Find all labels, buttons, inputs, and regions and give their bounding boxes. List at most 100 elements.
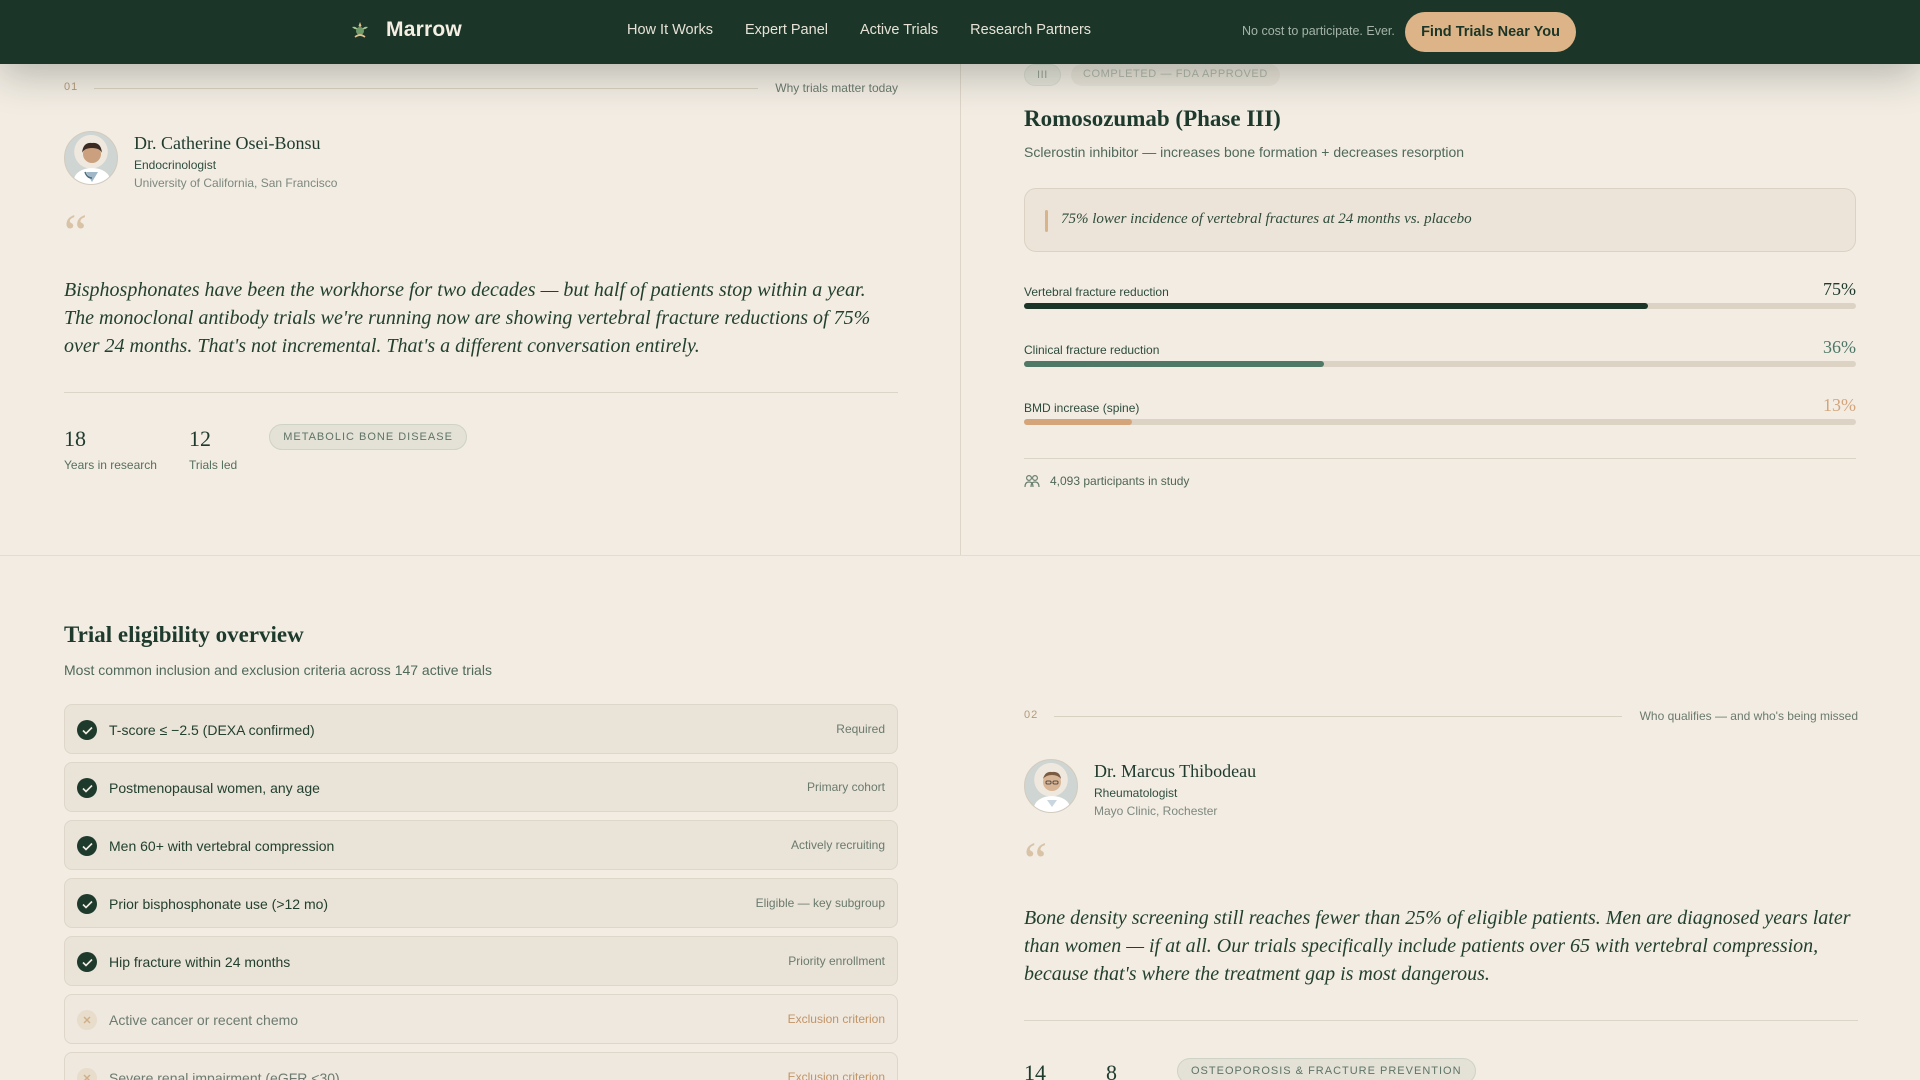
exclusion-criterion-row: Active cancer or recent chemo Exclusion c… [64,994,898,1044]
trial-callout: 75% lower incidence of vertebral fractur… [1024,188,1856,252]
trial-subtitle: Sclerostin inhibitor — increases bone fo… [1024,144,1465,160]
criterion-note: Exclusion criterion [787,1070,885,1080]
quote-divider [1024,1020,1858,1021]
metric-fill [1024,303,1648,309]
x-mark-icon [77,1010,97,1030]
criterion-text: Postmenopausal women, any age [109,780,320,796]
expert-card-thibodeau: 02 Who qualifies — and who's being misse… [1024,706,1858,1080]
status-badge: COMPLETED — FDA APPROVED [1070,64,1280,86]
avatar [64,131,118,185]
expert-institution: University of California, San Francisco [134,176,338,190]
callout-accent-bar [1045,210,1048,232]
stat-trials: 12 Trials led [189,426,237,472]
quote-mark-icon: “ [64,205,88,262]
checkmark-icon [77,720,97,740]
nav-link-active-trials[interactable]: Active Trials [860,22,938,38]
checkmark-icon [77,952,97,972]
metric-value: 75% [1823,279,1856,299]
leaf-sprout-icon [352,22,368,38]
expert-profile: Dr. Marcus Thibodeau Rheumatologist Mayo… [1024,759,1256,818]
expert-number: 02 [1024,709,1039,721]
criterion-note: Eligible — key subgroup [755,896,885,910]
expert-eyebrow: 02 Who qualifies — and who's being misse… [1024,706,1858,726]
eligibility-subtitle: Most common inclusion and exclusion crit… [64,662,492,678]
inclusion-criterion-row: Men 60+ with vertebral compression Active… [64,820,898,870]
metric-label: BMD increase (spine) [1024,401,1140,415]
metric-clinical: Clinical fracture reduction 36% [1024,337,1856,377]
eyebrow-rule [94,88,758,89]
expert-number: 01 [64,81,79,93]
criterion-text: Severe renal impairment (eGFR <30) [109,1070,340,1080]
stat-trials: 8 [1106,1060,1117,1080]
metric-track [1024,419,1856,425]
checkmark-icon [77,894,97,914]
expert-institution: Mayo Clinic, Rochester [1094,804,1218,818]
metric-label: Clinical fracture reduction [1024,343,1160,357]
stat-years: 14 [1024,1060,1046,1080]
metric-label: Vertebral fracture reduction [1024,285,1169,299]
inclusion-criterion-row: Postmenopausal women, any age Primary coh… [64,762,898,812]
participants-text: 4,093 participants in study [1050,474,1190,488]
criterion-note: Priority enrollment [788,954,885,968]
nav-link-research-partners[interactable]: Research Partners [970,22,1091,38]
expert-name: Dr. Marcus Thibodeau [1094,761,1257,781]
brand-link[interactable]: Marrow [348,18,462,42]
participants-count: 4,093 participants in study [1024,474,1189,488]
specialty-tag: METABOLIC BONE DISEASE [269,424,467,450]
metric-fill [1024,419,1133,425]
eligibility-section: Trial eligibility overview Most common i… [64,622,898,1080]
criterion-note: Required [836,722,885,736]
eyebrow-rule [1054,716,1622,717]
criterion-text: Prior bisphosphonate use (>12 mo) [109,896,329,912]
trial-divider [1024,458,1856,459]
stat-value: 14 [1024,1060,1046,1080]
criterion-note: Exclusion criterion [787,1012,885,1026]
stat-value: 18 [64,426,86,451]
criterion-text: Active cancer or recent chemo [109,1012,299,1028]
inclusion-criterion-row: Prior bisphosphonate use (>12 mo) Eligibl… [64,878,898,928]
nav-cost-note: No cost to participate. Ever. [1242,24,1395,38]
quote-mark-icon: “ [1024,833,1048,890]
x-mark-icon [77,1068,97,1080]
criterion-note: Actively recruiting [790,838,885,852]
criterion-note: Primary cohort [806,780,885,794]
criterion-text: Men 60+ with vertebral compression [109,838,335,854]
expert-eyebrow-label: Why trials matter today [775,81,898,95]
find-trials-button[interactable]: Find Trials Near You [1405,12,1576,52]
inclusion-criterion-row: T-score ≤ −2.5 (DEXA confirmed) Required [64,704,898,754]
top-nav: Marrow How It Works Expert Panel Active … [0,0,1920,64]
doctor-portrait-icon [1034,771,1070,812]
expert-eyebrow-label: Who qualifies — and who's being missed [1639,709,1858,723]
people-icon [1024,474,1040,488]
criterion-text: Hip fracture within 24 months [109,954,291,970]
main-nav: How It Works Expert Panel Active Trials … [627,22,1091,38]
stat-label: Trials led [188,458,238,472]
criterion-text: T-score ≤ −2.5 (DEXA confirmed) [109,722,315,738]
callout-text: 75% lower incidence of vertebral fractur… [1061,211,1472,227]
expert-role: Rheumatologist [1094,786,1178,800]
trial-title: Romosozumab (Phase III) [1024,106,1281,131]
expert-eyebrow: 01 Why trials matter today [64,78,898,98]
metric-bmd: BMD increase (spine) 13% [1024,395,1856,435]
nav-link-how-it-works[interactable]: How It Works [627,22,713,38]
metric-track [1024,361,1856,367]
criteria-list: T-score ≤ −2.5 (DEXA confirmed) Required P… [64,704,898,1080]
brand-name: Marrow [386,18,462,41]
metric-value: 36% [1823,337,1856,357]
eligibility-title: Trial eligibility overview [64,622,304,647]
stat-years: 18 Years in research [64,426,157,472]
checkmark-icon [77,836,97,856]
expert-card-osei-bonsu: 01 Why trials matter today Dr. Catherine… [64,78,898,472]
stat-value: 8 [1106,1060,1117,1080]
nav-link-expert-panel[interactable]: Expert Panel [745,22,828,38]
expert-role: Endocrinologist [134,158,217,172]
checkmark-icon [77,778,97,798]
expert-profile: Dr. Catherine Osei-Bonsu Endocrinologist… [64,131,337,190]
doctor-portrait-icon [74,142,110,184]
expert-quote: Bisphosphonates have been the workhorse … [64,279,871,357]
column-divider [960,64,961,556]
section-divider [0,555,1920,556]
quote-divider [64,392,898,393]
trial-badges: III COMPLETED — FDA APPROVED [1024,64,1280,86]
exclusion-criterion-row: Severe renal impairment (eGFR <30) Exclus… [64,1052,898,1080]
